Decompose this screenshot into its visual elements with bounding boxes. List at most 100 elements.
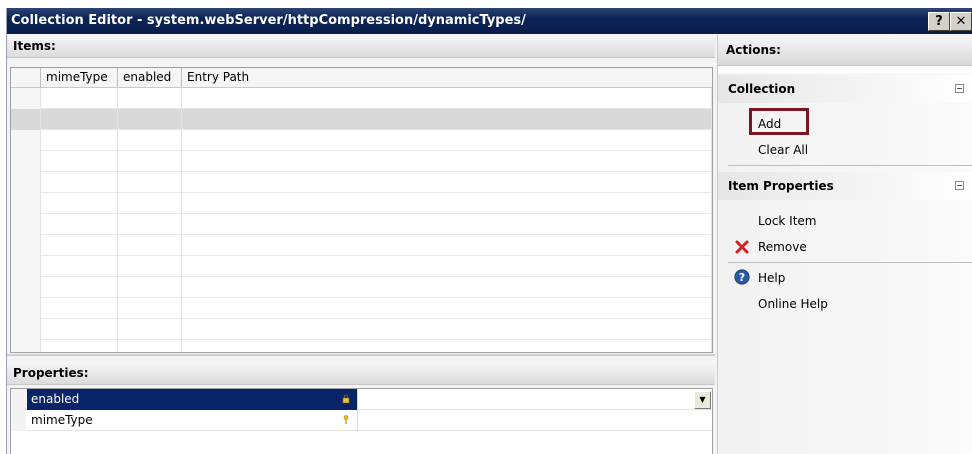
table-cell	[41, 88, 118, 109]
row-header-cell	[11, 172, 41, 193]
svg-text:?: ?	[739, 271, 745, 284]
row-header-cell	[11, 277, 41, 298]
collection-section-title: Collection	[728, 82, 796, 96]
collapse-icon[interactable]	[955, 84, 964, 93]
table-cell	[41, 235, 118, 256]
actions-pane: Actions: Collection Add Clear All Item P…	[717, 35, 972, 454]
help-button[interactable]: ?	[928, 12, 950, 31]
table-cell	[182, 319, 712, 340]
table-row[interactable]	[11, 151, 712, 172]
items-grid[interactable]: mimeType enabled Entry Path	[10, 67, 713, 353]
table-row[interactable]	[11, 193, 712, 214]
table-cell	[118, 256, 182, 277]
table-row[interactable]	[11, 172, 712, 193]
table-cell	[41, 214, 118, 235]
table-cell	[41, 193, 118, 214]
row-header-cell	[11, 109, 41, 130]
help-icon: ?	[734, 269, 750, 285]
lock-icon	[342, 394, 350, 403]
section-divider	[728, 262, 972, 263]
remove-action[interactable]: Remove	[758, 240, 807, 254]
property-name: enabled	[27, 389, 357, 410]
row-header-column	[11, 68, 41, 87]
table-cell	[182, 193, 712, 214]
add-action[interactable]: Add	[758, 117, 781, 131]
table-cell	[182, 109, 712, 130]
table-cell	[118, 130, 182, 151]
row-header-cell	[11, 298, 41, 319]
table-cell	[41, 298, 118, 319]
table-row[interactable]	[11, 88, 712, 109]
table-row[interactable]	[11, 319, 712, 340]
table-cell	[182, 235, 712, 256]
table-cell	[118, 109, 182, 130]
row-gutter	[11, 389, 26, 410]
table-cell	[182, 88, 712, 109]
table-cell	[118, 214, 182, 235]
table-cell	[41, 277, 118, 298]
table-row[interactable]	[11, 298, 712, 319]
collection-section-header[interactable]: Collection	[718, 75, 972, 103]
table-row[interactable]	[11, 340, 712, 352]
property-value-dropdown[interactable]: ▼	[357, 389, 712, 410]
section-divider	[728, 165, 972, 166]
table-cell	[182, 298, 712, 319]
table-cell	[118, 172, 182, 193]
window-title: Collection Editor - system.webServer/htt…	[11, 13, 526, 28]
grid-header: mimeType enabled Entry Path	[11, 68, 712, 88]
row-header-cell	[11, 88, 41, 109]
row-header-cell	[11, 130, 41, 151]
row-header-cell	[11, 235, 41, 256]
table-cell	[41, 109, 118, 130]
table-cell	[182, 172, 712, 193]
close-button[interactable]: ✕	[950, 12, 972, 31]
table-cell	[182, 277, 712, 298]
column-enabled[interactable]: enabled	[118, 68, 182, 87]
table-cell	[41, 130, 118, 151]
pane-splitter[interactable]	[7, 354, 715, 356]
table-cell	[41, 256, 118, 277]
table-row[interactable]	[11, 130, 712, 151]
row-header-cell	[11, 193, 41, 214]
table-cell	[182, 340, 712, 352]
table-row[interactable]	[11, 109, 712, 130]
grid-rows	[11, 88, 712, 352]
property-name: mimeType	[31, 413, 93, 427]
table-cell	[118, 151, 182, 172]
collapse-icon[interactable]	[955, 181, 964, 190]
collection-editor-window: Collection Editor - system.webServer/htt…	[6, 8, 972, 454]
table-cell	[118, 88, 182, 109]
table-row[interactable]	[11, 277, 712, 298]
remove-icon	[735, 240, 749, 254]
row-gutter	[11, 410, 26, 431]
row-header-cell	[11, 214, 41, 235]
table-cell	[118, 298, 182, 319]
table-row[interactable]	[11, 235, 712, 256]
row-header-cell	[11, 340, 41, 352]
table-row[interactable]	[11, 214, 712, 235]
table-cell	[118, 277, 182, 298]
chevron-down-icon[interactable]: ▼	[694, 391, 711, 409]
property-row-mimetype[interactable]: mimeType	[11, 410, 712, 431]
help-action[interactable]: Help	[758, 271, 785, 285]
left-pane: Items: mimeType enabled Entry Path Prope…	[7, 35, 715, 454]
table-cell	[118, 319, 182, 340]
lock-item-action[interactable]: Lock Item	[758, 214, 817, 228]
table-cell	[182, 214, 712, 235]
table-cell	[182, 256, 712, 277]
property-row-enabled[interactable]: enabled ▼	[11, 389, 712, 410]
column-entry-path[interactable]: Entry Path	[182, 68, 712, 87]
item-properties-section-header[interactable]: Item Properties	[718, 172, 972, 200]
property-value[interactable]	[357, 410, 712, 431]
online-help-action[interactable]: Online Help	[758, 297, 828, 311]
row-header-cell	[11, 151, 41, 172]
clear-all-action[interactable]: Clear All	[758, 143, 808, 157]
properties-header: Properties:	[7, 362, 715, 385]
row-header-cell	[11, 319, 41, 340]
table-cell	[41, 340, 118, 352]
table-cell	[118, 340, 182, 352]
table-row[interactable]	[11, 256, 712, 277]
table-cell	[118, 193, 182, 214]
table-cell	[182, 130, 712, 151]
column-mimetype[interactable]: mimeType	[41, 68, 118, 87]
